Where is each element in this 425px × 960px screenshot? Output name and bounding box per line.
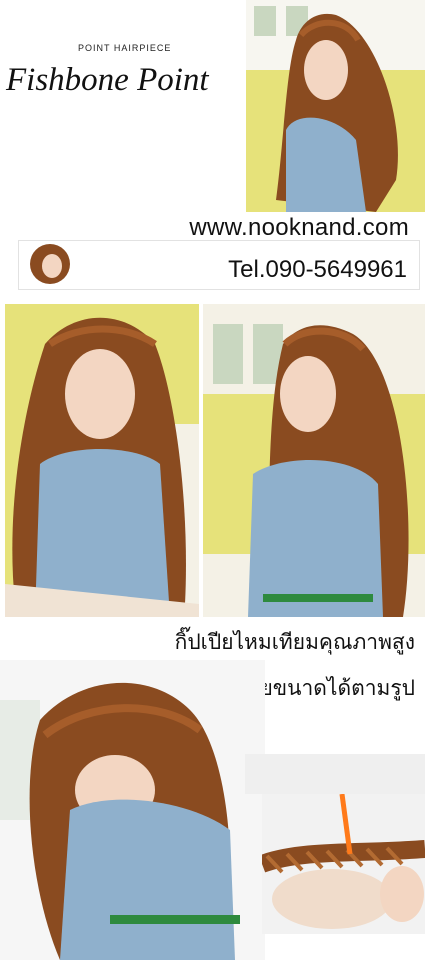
caption-line-1: กิ๊ปเปียไหมเทียมคุณภาพสูง	[174, 630, 415, 654]
website-link[interactable]: www.nooknand.com	[189, 214, 409, 242]
photo-braid-closeup	[262, 794, 425, 934]
photo-model-front	[5, 304, 199, 617]
photo-model-looking-down	[0, 660, 265, 960]
banner-subtitle: POINT HAIRPIECE	[78, 43, 172, 53]
avatar	[30, 244, 70, 284]
photo-model-profile-mid	[203, 304, 425, 617]
phone-number: Tel.090-5649961	[228, 256, 407, 283]
banner-title: Fishbone Point	[6, 62, 209, 98]
blank-panel	[245, 754, 425, 794]
photo-model-profile-top	[246, 0, 425, 212]
